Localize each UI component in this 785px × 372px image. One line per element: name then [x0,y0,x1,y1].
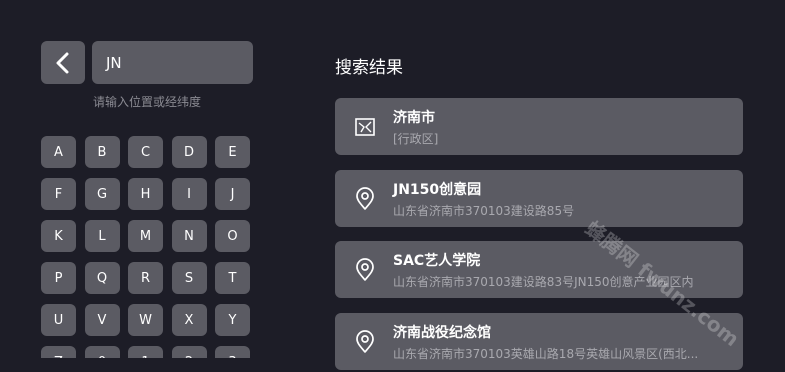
key-e[interactable]: E [215,136,250,168]
key-n[interactable]: N [171,220,207,252]
key-l[interactable]: L [84,220,120,252]
key-b[interactable]: B [84,136,120,168]
key-w[interactable]: W [128,304,163,336]
key-2[interactable]: 2 [171,346,207,358]
key-m[interactable]: M [128,220,163,252]
letter-keyboard: ABCDE FGHIJ KLMNO PQRST UVWXY Z0123 [41,136,255,358]
result-address: 山东省济南市370103建设路85号 [393,204,575,218]
location-pin-icon [356,187,374,210]
key-a[interactable]: A [41,136,76,168]
result-address: [行政区] [393,132,439,146]
key-r[interactable]: R [128,262,163,294]
result-item[interactable]: 济南战役纪念馆 山东省济南市370103英雄山路18号英雄山风景区(西北... [335,313,743,370]
key-o[interactable]: O [215,220,250,252]
key-k[interactable]: K [41,220,76,252]
key-s[interactable]: S [171,262,207,294]
key-h[interactable]: H [128,178,163,210]
key-3[interactable]: 3 [215,346,250,358]
result-name: SAC艺人学院 [393,253,481,269]
key-1[interactable]: 1 [128,346,163,358]
location-pin-icon [356,258,374,281]
key-i[interactable]: I [171,178,207,210]
key-x[interactable]: X [171,304,207,336]
key-0[interactable]: 0 [84,346,120,358]
results-title: 搜索结果 [335,58,403,78]
result-item[interactable]: SAC艺人学院 山东省济南市370103建设路83号JN150创意产业园区内 [335,241,743,298]
result-item[interactable]: JN150创意园 山东省济南市370103建设路85号 [335,170,743,227]
result-name: JN150创意园 [393,182,482,198]
key-c[interactable]: C [128,136,163,168]
search-input-value: JN [106,53,122,72]
search-hint: 请输入位置或经纬度 [92,95,201,109]
key-f[interactable]: F [41,178,76,210]
search-input[interactable]: JN [92,41,253,84]
result-address: 山东省济南市370103建设路83号JN150创意产业园区内 [393,275,694,289]
back-button[interactable] [41,41,85,84]
key-q[interactable]: Q [84,262,120,294]
key-g[interactable]: G [84,178,120,210]
location-pin-icon [356,330,374,353]
key-z[interactable]: Z [41,346,76,358]
result-name: 济南战役纪念馆 [393,325,491,341]
key-p[interactable]: P [41,262,76,294]
key-y[interactable]: Y [215,304,250,336]
result-name: 济南市 [393,110,435,126]
key-v[interactable]: V [84,304,120,336]
key-j[interactable]: J [215,178,250,210]
result-item[interactable]: 济南市 [行政区] [335,98,743,155]
key-t[interactable]: T [215,262,250,294]
key-d[interactable]: D [171,136,207,168]
chevron-left-icon [56,52,69,73]
region-icon [355,118,375,136]
result-address: 山东省济南市370103英雄山路18号英雄山风景区(西北... [393,347,699,361]
key-u[interactable]: U [41,304,76,336]
